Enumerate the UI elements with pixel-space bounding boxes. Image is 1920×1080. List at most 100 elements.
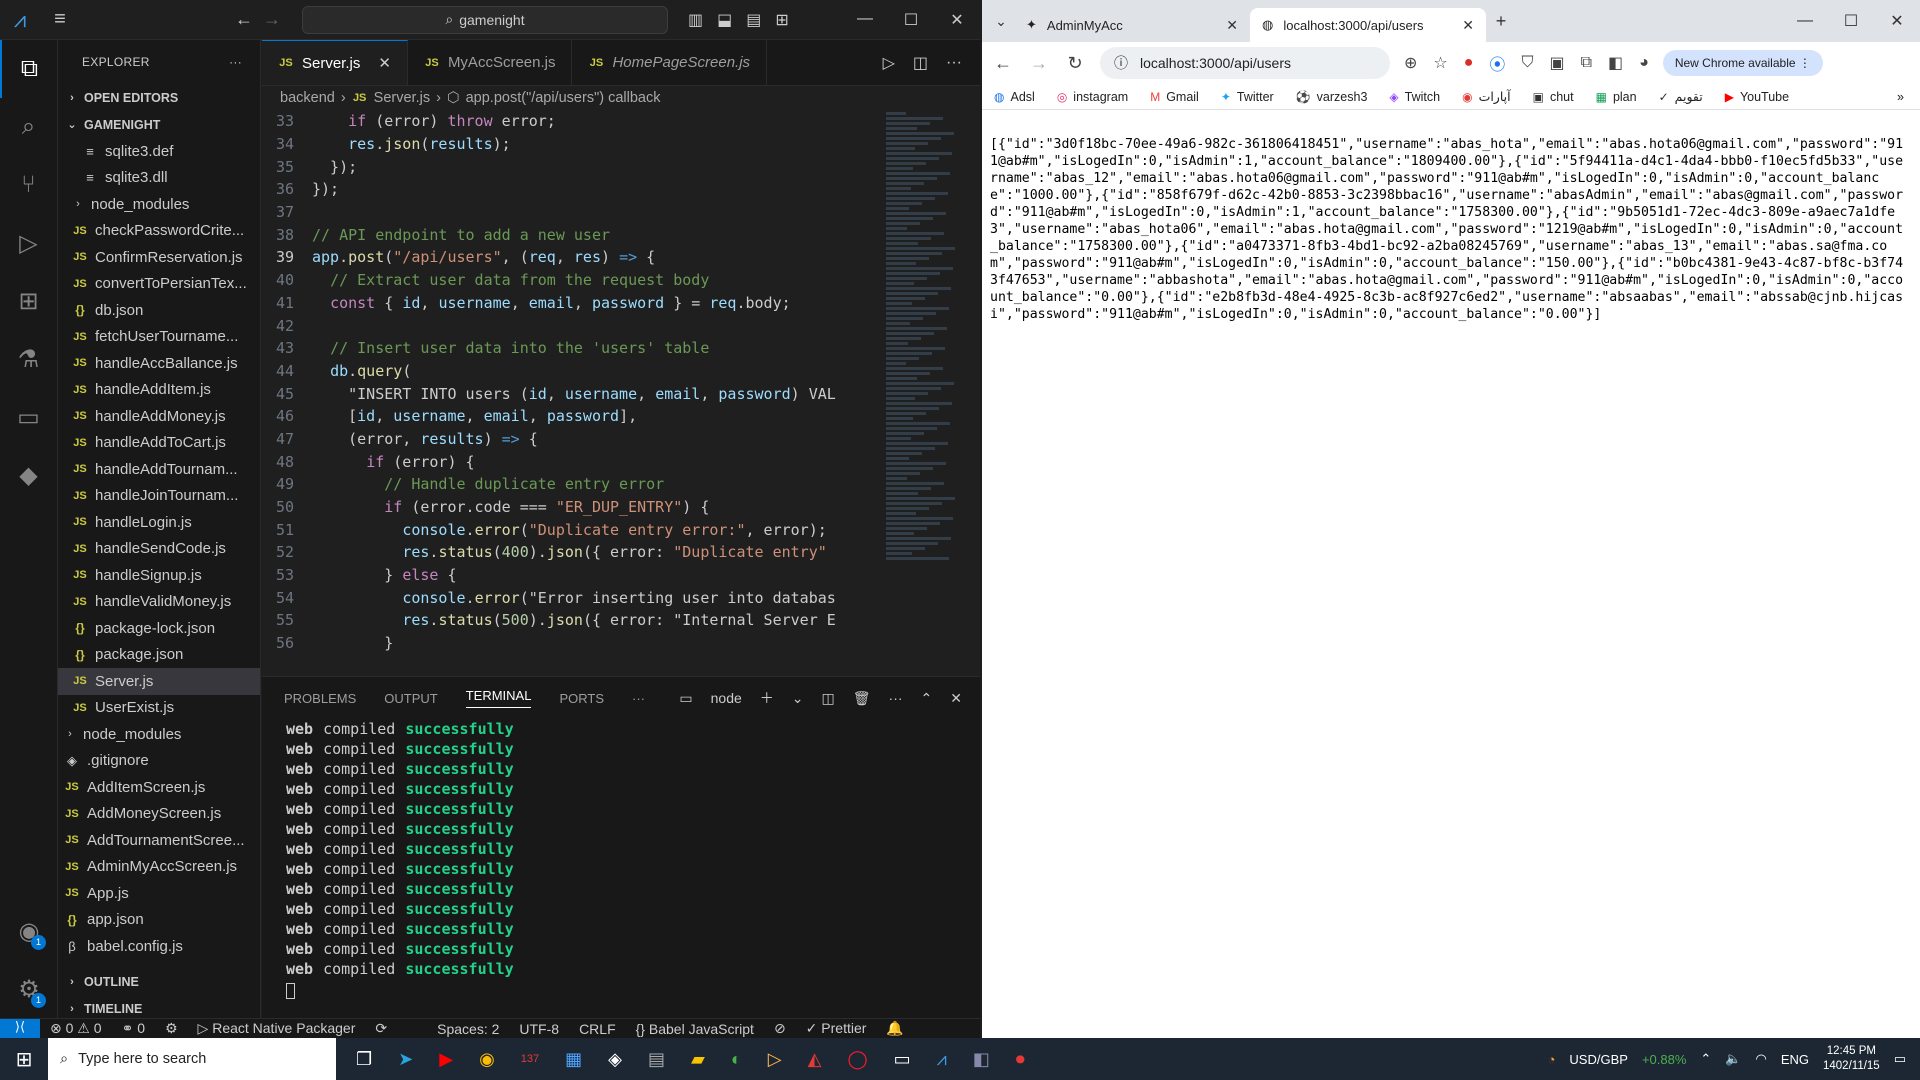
media-app-icon[interactable]: ▷ (768, 1049, 782, 1070)
close-icon[interactable]: ✕ (934, 10, 980, 30)
code-line[interactable]: 33 if (error) throw error; (262, 110, 882, 133)
bookmark-item[interactable]: ▦ plan (1596, 90, 1637, 104)
file-explorer-icon[interactable]: ▰ (691, 1049, 705, 1070)
code-line[interactable]: 54 console.error("Error inserting user i… (262, 586, 882, 609)
tree-item[interactable]: JS handleSignup.js (58, 562, 260, 589)
acrobat-icon[interactable]: ◭ (808, 1049, 822, 1070)
tree-item[interactable]: JS handleAddTournam... (58, 456, 260, 483)
tree-item[interactable]: ≡ sqlite3.dll (58, 165, 260, 192)
more-actions-icon[interactable]: ··· (229, 55, 242, 69)
tree-item[interactable]: JS UserExist.js (58, 695, 260, 722)
wifi-icon[interactable]: ◠ (1755, 1051, 1766, 1067)
terminal-shell-label[interactable]: node (711, 690, 742, 706)
tree-item[interactable]: JS handleLogin.js (58, 509, 260, 536)
tree-item[interactable]: {} package.json (58, 642, 260, 669)
telegram-icon[interactable]: ➤ (398, 1049, 413, 1070)
extension-red-icon[interactable]: ● (1464, 54, 1474, 72)
breadcrumb-file[interactable]: Server.js (374, 90, 430, 106)
new-tab-icon[interactable]: + (1486, 11, 1516, 32)
code-line[interactable]: 36}); (262, 178, 882, 201)
tab-homepagescreen-js[interactable]: JS HomePageScreen.js (572, 40, 768, 85)
explorer-icon[interactable]: ⧉ (0, 40, 57, 98)
update-chrome-button[interactable]: New Chrome available ⋮ (1662, 50, 1823, 76)
split-terminal-icon[interactable]: ◫ (822, 690, 835, 707)
site-info-icon[interactable]: ⓘ (1114, 53, 1128, 73)
tab-server-js[interactable]: JS Server.js ✕ (262, 40, 408, 85)
address-bar[interactable]: ⓘ localhost:3000/api/users (1100, 47, 1390, 79)
open-editors-section[interactable]: › OPEN EDITORS (58, 84, 260, 111)
tree-item[interactable]: JS AdminMyAccScreen.js (58, 854, 260, 881)
tree-item[interactable]: JS handleValidMoney.js (58, 589, 260, 616)
opera-icon[interactable]: ◯ (847, 1049, 867, 1070)
bookmark-item[interactable]: ◈ Twitch (1389, 90, 1440, 104)
bookmark-item[interactable]: ✦ Twitter (1221, 90, 1274, 104)
source-control-icon[interactable]: ⑂ (0, 156, 57, 214)
code-line[interactable]: 48 if (error) { (262, 450, 882, 473)
tree-item[interactable]: JS AddTournamentScree... (58, 827, 260, 854)
tree-item[interactable]: JS AddItemScreen.js (58, 774, 260, 801)
code-line[interactable]: 49 // Handle duplicate entry error (262, 473, 882, 496)
settings-gear-icon[interactable]: ⚙ 1 (0, 960, 58, 1018)
tree-item[interactable]: ≡ sqlite3.def (58, 138, 260, 165)
tree-item[interactable]: JS convertToPersianTex... (58, 271, 260, 298)
panel-more-icon[interactable]: ··· (632, 691, 645, 706)
tree-item[interactable]: JS handleAddItem.js (58, 377, 260, 404)
indent-status[interactable]: Spaces: 2 (427, 1021, 509, 1037)
notifications-icon[interactable]: 🔔 (876, 1020, 913, 1037)
terminal-output[interactable]: web compiled successfully web compiled succes… (262, 719, 980, 999)
tree-item[interactable]: {} db.json (58, 297, 260, 324)
code-line[interactable]: 53 } else { (262, 564, 882, 587)
tree-item[interactable]: JS handleJoinTournam... (58, 483, 260, 510)
encoding-status[interactable]: UTF-8 (509, 1021, 569, 1037)
more-bookmarks-icon[interactable]: » (1897, 90, 1920, 104)
tree-item[interactable]: › node_modules (58, 721, 260, 748)
minimize-icon[interactable]: — (1782, 12, 1828, 30)
menu-icon[interactable]: ≡ (40, 8, 80, 31)
maximize-icon[interactable]: ☐ (1828, 11, 1874, 31)
code-line[interactable]: 47 (error, results) => { (262, 428, 882, 451)
tree-item[interactable]: JS fetchUserTourname... (58, 324, 260, 351)
trash-icon[interactable]: 🗑 (853, 690, 871, 707)
tab-ports[interactable]: PORTS (559, 691, 604, 706)
code-line[interactable]: 34 res.json(results); (262, 133, 882, 156)
back-arrow-icon[interactable]: ← (230, 9, 258, 30)
forward-arrow-icon[interactable]: → (258, 9, 286, 30)
maximize-panel-icon[interactable]: ⌃ (921, 690, 933, 707)
tree-item[interactable]: › node_modules (58, 191, 260, 218)
zoom-icon[interactable]: ⊕ (1404, 53, 1417, 73)
app-badge-icon[interactable]: 137 (521, 1053, 539, 1065)
debug-icon[interactable]: ⚙ (155, 1020, 188, 1037)
code-line[interactable]: 44 db.query( (262, 360, 882, 383)
chevron-up-icon[interactable]: ⌃ (1700, 1051, 1711, 1067)
bookmark-item[interactable]: ✓ تقویم (1659, 89, 1703, 105)
code-line[interactable]: 40 // Extract user data from the request… (262, 269, 882, 292)
bookmark-item[interactable]: ▣ chut (1533, 90, 1574, 104)
bookmark-item[interactable]: ⚽ varzesh3 (1296, 90, 1368, 104)
close-panel-icon[interactable]: ✕ (950, 690, 962, 707)
tab-api-users[interactable]: ◍ localhost:3000/api/users ✕ (1250, 8, 1486, 42)
toggle-panel-icon[interactable]: ⬓ (717, 10, 732, 30)
game-app-icon[interactable]: ◈ (608, 1049, 622, 1070)
testing-icon[interactable]: ⚗ (0, 330, 57, 388)
tree-item[interactable]: JS Server.js (58, 668, 260, 695)
code-line[interactable]: 51 console.error("Duplicate entry error:… (262, 518, 882, 541)
tree-item[interactable]: JS AddMoneyScreen.js (58, 801, 260, 828)
language-status[interactable]: {} Babel JavaScript (626, 1021, 764, 1037)
tree-item[interactable]: JS handleAddMoney.js (58, 403, 260, 430)
run-code-icon[interactable]: ▷ (883, 53, 895, 73)
windows-start-icon[interactable]: ⊞ (0, 1047, 48, 1072)
outline-section[interactable]: › OUTLINE (58, 968, 260, 995)
back-arrow-icon[interactable]: ← (992, 53, 1014, 74)
editor-more-icon[interactable]: ··· (946, 54, 962, 72)
remote-icon[interactable]: ⟩⟨ (0, 1018, 40, 1039)
reload-icon[interactable]: ↻ (1064, 53, 1086, 74)
breadcrumb-folder[interactable]: backend (280, 90, 335, 106)
problems-status[interactable]: ⊗ 0 ⚠ 0 (40, 1020, 112, 1037)
split-editor-icon[interactable]: ◫ (913, 53, 928, 73)
close-tab-icon[interactable]: ✕ (1462, 17, 1474, 34)
extensions-icon[interactable]: ⊞ (0, 272, 57, 330)
chrome-app-icon[interactable]: ◉ (479, 1049, 495, 1070)
minimap[interactable] (882, 110, 962, 676)
tab-search-icon[interactable]: ⌄ (988, 13, 1014, 30)
bookmark-item[interactable]: ◍ Adsl (994, 90, 1035, 104)
